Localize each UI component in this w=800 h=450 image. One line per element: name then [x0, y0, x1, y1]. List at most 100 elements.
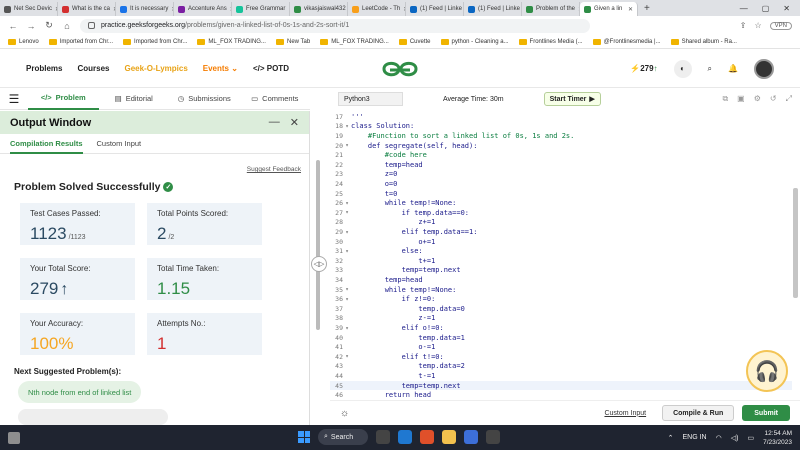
code-line[interactable]: 40 temp.data=1	[330, 333, 792, 343]
code-line[interactable]: 38 z-=1	[330, 314, 792, 324]
streak-count[interactable]: ⚡279↑	[630, 64, 657, 73]
chevron-up-icon[interactable]: ⌃	[668, 434, 674, 442]
bookmark-item[interactable]: ML_FOX TRADING...	[320, 38, 389, 45]
code-line[interactable]: 22 temp=head	[330, 160, 792, 170]
share-icon[interactable]: ⇪	[740, 21, 747, 30]
code-line[interactable]: 45 temp=temp.next	[330, 380, 792, 391]
minimize-icon[interactable]: —	[740, 4, 748, 13]
search-icon[interactable]: ⌕	[708, 64, 712, 74]
clock[interactable]: 12:54 AM 7/23/2023	[763, 429, 792, 447]
code-line[interactable]: 23 z=0	[330, 170, 792, 180]
language-select[interactable]: Python3	[338, 92, 403, 106]
fullscreen-icon[interactable]: ⤢	[786, 94, 792, 104]
browser-tab[interactable]: (1) Feed | Linke✕	[406, 2, 464, 16]
start-icon[interactable]	[298, 431, 310, 443]
suggested-problem-link[interactable]: Nth node from end of linked list	[18, 381, 142, 403]
battery-icon[interactable]: ▭	[747, 434, 754, 442]
start-timer-button[interactable]: Start Timer ▶	[543, 92, 601, 106]
avatar[interactable]	[754, 58, 774, 79]
bookmark-item[interactable]: Imported from Chr...	[48, 38, 113, 45]
taskbar-search[interactable]: ⌕ Search	[318, 429, 368, 445]
code-line[interactable]: 25 t=0	[330, 189, 792, 199]
bookmark-item[interactable]: python - Cleaning a...	[440, 38, 509, 45]
fold-chevron-icon[interactable]: ▾	[343, 209, 351, 216]
close-panel-icon[interactable]: ✕	[290, 116, 299, 129]
browser-tab[interactable]: Problem of the✕	[522, 2, 580, 16]
minimize-panel-icon[interactable]: —	[269, 116, 280, 129]
gfg-logo[interactable]	[380, 58, 420, 80]
new-tab-button[interactable]: +	[638, 3, 656, 14]
left-scrollbar[interactable]	[316, 160, 320, 330]
bookmark-item[interactable]: Imported from Chr...	[123, 38, 187, 45]
copy-icon[interactable]: ⧉	[722, 94, 728, 104]
bookmark-item[interactable]: New Tab	[275, 38, 310, 45]
code-line[interactable]: 35 ▾ while temp!=None:	[330, 285, 792, 295]
tab-compilation-results[interactable]: Compilation Results	[10, 139, 83, 154]
nav-potd[interactable]: </> POTD	[253, 64, 289, 73]
browser-tab[interactable]: vikasjaiswal432✕	[290, 2, 348, 16]
code-line[interactable]: 43 temp.data=2	[330, 362, 792, 372]
store-icon[interactable]	[486, 430, 500, 444]
url-field[interactable]: practice.geeksforgeeks.org/problems/give…	[80, 18, 590, 33]
menu-icon[interactable]: ☰	[0, 92, 28, 106]
vscode-icon[interactable]	[398, 430, 412, 444]
reload-icon[interactable]: ↻	[44, 20, 54, 31]
wifi-icon[interactable]: ◠	[716, 434, 722, 442]
code-line[interactable]: 21 #code here	[330, 150, 792, 160]
code-line[interactable]: 28 z+=1	[330, 218, 792, 228]
browser-tab[interactable]: Free Grammar✕	[232, 2, 290, 16]
volume-icon[interactable]: ◁)	[731, 434, 739, 442]
fold-chevron-icon[interactable]: ▾	[343, 286, 351, 293]
code-line[interactable]: 31 ▾ else:	[330, 246, 792, 256]
code-line[interactable]: 24 o=0	[330, 179, 792, 189]
submit-button[interactable]: Submit	[742, 405, 790, 421]
tab-editorial[interactable]: ▤ Editorial	[99, 88, 170, 110]
fold-chevron-icon[interactable]: ▾	[343, 353, 351, 360]
suggest-feedback-link[interactable]: Suggest Feedback	[247, 166, 301, 173]
code-line[interactable]: 19 #Function to sort a linked list of 0s…	[330, 131, 792, 141]
code-line[interactable]: 17 '''	[330, 112, 792, 122]
nav-courses[interactable]: Courses	[77, 64, 109, 73]
custom-input-link[interactable]: Custom Input	[604, 410, 646, 417]
code-line[interactable]: 32 t+=1	[330, 256, 792, 266]
maximize-icon[interactable]: ▢	[762, 4, 770, 13]
code-line[interactable]: 44 t-=1	[330, 371, 792, 381]
task-view-icon[interactable]	[376, 430, 390, 444]
forward-icon[interactable]: →	[26, 21, 36, 31]
code-line[interactable]: 37 temp.data=0	[330, 304, 792, 314]
code-line[interactable]: 33 temp=temp.next	[330, 266, 792, 276]
tab-submissions[interactable]: ◷ Submissions	[169, 88, 240, 110]
app-icon[interactable]	[464, 430, 478, 444]
nav-geek-o-lympics[interactable]: Geek-O-Lympics	[124, 64, 187, 73]
bulb-icon[interactable]: ☼	[340, 408, 349, 419]
nav-events[interactable]: Events ⌄	[203, 64, 238, 73]
bookmark-item[interactable]: ML_FOX TRADING...	[197, 38, 266, 45]
code-line[interactable]: 27 ▾ if temp.data==0:	[330, 208, 792, 218]
code-line[interactable]: 20 ▾ def segregate(self, head):	[330, 141, 792, 151]
close-window-icon[interactable]: ✕	[783, 4, 790, 13]
code-line[interactable]: 41 o-=1	[330, 342, 792, 352]
code-line[interactable]: 36 ▾ if z!=0:	[330, 294, 792, 304]
browser-tab[interactable]: What is the ca✕	[58, 2, 116, 16]
fold-chevron-icon[interactable]: ▾	[343, 200, 351, 207]
browser-tab[interactable]: LeetCode - Th✕	[348, 2, 406, 16]
settings-icon[interactable]: ⚙	[754, 94, 761, 104]
back-icon[interactable]: ←	[8, 21, 18, 31]
bell-icon[interactable]: 🔔	[728, 64, 738, 73]
code-line[interactable]: 26 ▾ while temp!=None:	[330, 198, 792, 208]
code-editor[interactable]: 17 ''' 18 ▾ class Solution: 19 #Function to s…	[330, 110, 792, 400]
resize-handle-icon[interactable]: ◁▷	[311, 256, 327, 272]
code-line[interactable]: 39 ▾ elif o!=0:	[330, 323, 792, 333]
bookmark-item[interactable]: Frontlines Media (...	[518, 38, 583, 45]
code-line[interactable]: 29 ▾ elif temp.data==1:	[330, 227, 792, 237]
compile-run-button[interactable]: Compile & Run	[662, 405, 735, 421]
browser-tab[interactable]: It is necessary✕	[116, 2, 174, 16]
browser-tab[interactable]: Accenture Ans✕	[174, 2, 232, 16]
brave-icon[interactable]	[420, 430, 434, 444]
fold-chevron-icon[interactable]: ▾	[343, 248, 351, 255]
bookmark-item[interactable]: Lenovo	[8, 38, 39, 45]
language-indicator[interactable]: ENG IN	[683, 434, 707, 441]
vpn-badge[interactable]: VPN	[769, 21, 792, 30]
code-line[interactable]: 34 temp=head	[330, 275, 792, 285]
editor-scrollbar[interactable]	[793, 188, 798, 298]
